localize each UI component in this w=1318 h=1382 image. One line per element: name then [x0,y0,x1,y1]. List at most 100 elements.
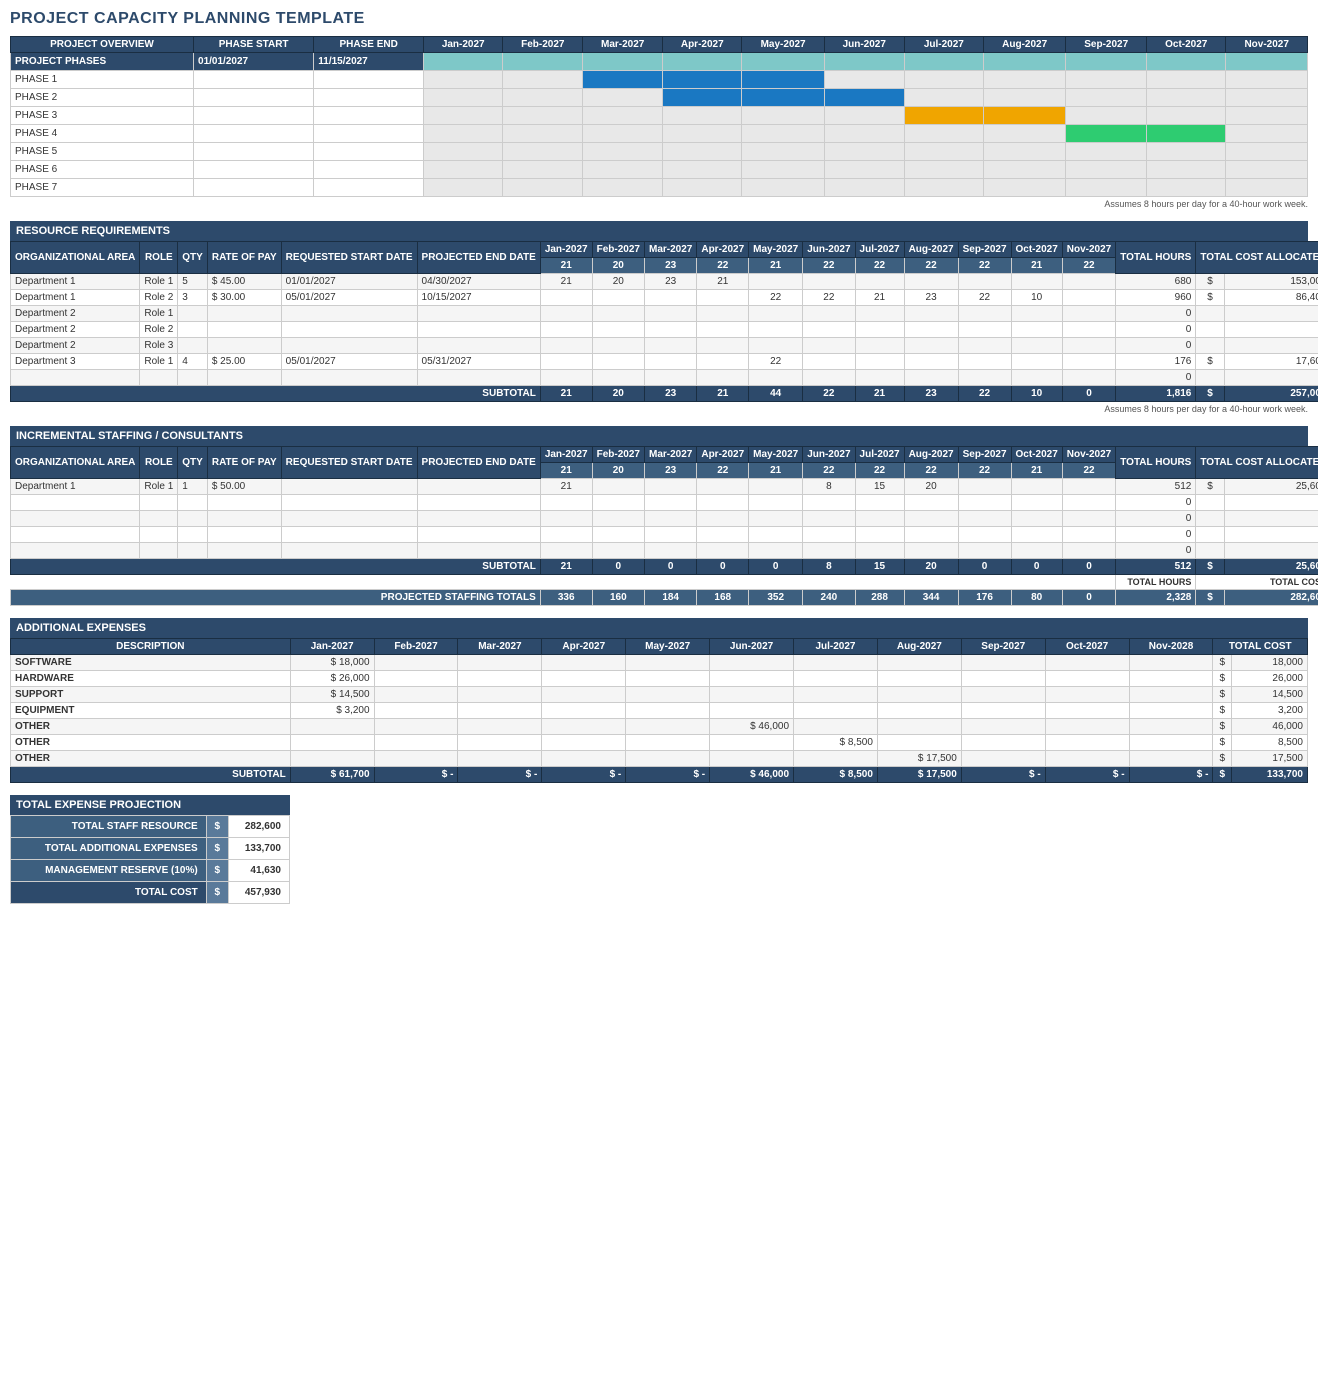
rr-total-cost: 17,600 [1224,354,1318,370]
rr-dollar-sign [1196,306,1224,322]
col-aug27: Aug-2027 [983,37,1065,53]
rr-cell: $ 45.00 [207,274,281,290]
is-subtotal-label: SUBTOTAL [11,559,541,575]
rr-hour-cell [803,274,855,290]
rr-cell: 10/15/2027 [417,290,540,306]
table-row: OTHER$ 17,500$17,500 [11,751,1308,767]
is-cell [281,479,417,495]
gantt-cell [904,143,983,161]
ae-value-cell [1045,687,1129,703]
rr-cell [178,338,208,354]
rr-cell: Role 2 [140,290,178,306]
rr-total-hours: 960 [1116,290,1196,306]
tep-label: MANAGEMENT RESERVE (10%) [11,860,207,882]
gantt-phase-end [314,179,424,197]
rr-col-mar: Mar-2027 [644,242,696,258]
rr-hour-cell [958,370,1011,386]
is-hour-cell: 8 [803,479,855,495]
ae-col-may: May-2027 [626,639,710,655]
rr-subtotal-total-cost: 257,000 [1224,386,1318,402]
ae-col-apr: Apr-2027 [542,639,626,655]
gantt-cell [424,143,503,161]
gantt-cell [583,125,663,143]
rr-dollar-sign [1196,370,1224,386]
is-hour-cell [749,527,803,543]
ae-value-cell [458,735,542,751]
rr-dollar-sign [1196,338,1224,354]
gantt-phase-end [314,161,424,179]
gantt-cell [1147,53,1226,71]
rr-cell: Department 2 [11,322,140,338]
ae-value-cell [458,719,542,735]
rr-hour-cell [904,306,958,322]
ae-value-cell [961,687,1045,703]
ae-value-cell [290,735,374,751]
is-total-labels-row: TOTAL HOURSTOTAL COST [11,575,1318,590]
rr-days-nov: 22 [1062,258,1115,274]
is-hour-cell [1062,511,1115,527]
is-cell [11,495,140,511]
gantt-cell [1066,125,1147,143]
is-hour-cell [1011,527,1062,543]
rr-hour-cell: 10 [1011,290,1062,306]
gantt-cell [503,107,583,125]
rr-hour-cell [1062,274,1115,290]
ae-value-cell [1045,703,1129,719]
ae-total: 8,500 [1232,735,1308,751]
rr-hour-cell [644,290,696,306]
is-hour-cell [904,527,958,543]
is-hour-cell [1011,479,1062,495]
rr-hour-cell [803,354,855,370]
gantt-cell [1066,71,1147,89]
rr-hour-cell [697,370,749,386]
ae-value-cell [542,655,626,671]
is-hour-cell [644,479,696,495]
rr-total-hours: 0 [1116,370,1196,386]
gantt-cell [503,89,583,107]
rr-days-jan: 21 [540,258,592,274]
is-hour-cell [592,511,644,527]
rr-cell [281,338,417,354]
ae-subtotal-label: SUBTOTAL [11,767,291,783]
ae-value-cell: $ 17,500 [877,751,961,767]
ae-value-cell: $ 14,500 [290,687,374,703]
rr-subtotal-hour: 20 [592,386,644,402]
gantt-phase-name: PHASE 4 [11,125,194,143]
rr-hour-cell [697,338,749,354]
rr-cell: Department 3 [11,354,140,370]
rr-col-apr: Apr-2027 [697,242,749,258]
rr-col-oct: Oct-2027 [1011,242,1062,258]
ae-total: 46,000 [1232,719,1308,735]
ae-value-cell [794,671,878,687]
ae-value-cell [374,751,458,767]
ae-desc: SUPPORT [11,687,291,703]
gantt-cell [583,143,663,161]
rr-cell: Role 3 [140,338,178,354]
ae-col-nov: Nov-2028 [1129,639,1213,655]
is-cell [178,543,208,559]
ae-value-cell [374,655,458,671]
rr-subtotal-hour: 23 [904,386,958,402]
table-row: OTHER$ 46,000$46,000 [11,719,1308,735]
is-col-req-start: REQUESTED START DATE [281,447,417,479]
col-apr27: Apr-2027 [663,37,742,53]
rr-dollar-sign: $ [1196,290,1224,306]
col-jan27: Jan-2027 [424,37,503,53]
is-cell [281,527,417,543]
is-cell: Role 1 [140,479,178,495]
rr-subtotal-hour: 0 [1062,386,1115,402]
is-hour-cell [803,527,855,543]
rr-cell [417,338,540,354]
gantt-table: PROJECT OVERVIEW PHASE START PHASE END J… [10,36,1308,197]
rr-col-aug: Aug-2027 [904,242,958,258]
ae-value-cell [710,735,794,751]
tep-dollar: $ [206,860,228,882]
ae-value-cell [290,719,374,735]
is-hour-cell [904,495,958,511]
col-feb27: Feb-2027 [503,37,583,53]
resource-req-table: ORGANIZATIONAL AREA ROLE QTY RATE OF PAY… [10,241,1318,402]
ae-value-cell [794,719,878,735]
is-cell [417,527,540,543]
col-phase-start: PHASE START [194,37,314,53]
gantt-cell [1066,143,1147,161]
